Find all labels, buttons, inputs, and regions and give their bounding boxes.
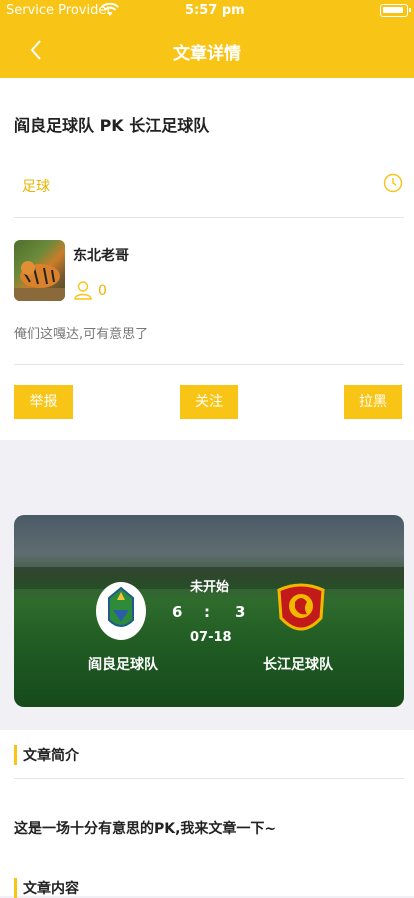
home-score: 6 — [172, 603, 183, 621]
status-bar: Service Provider 5:57 pm — [0, 0, 414, 24]
content-heading: 文章内容 — [14, 878, 79, 898]
follower-count: 0 — [98, 283, 107, 299]
follow-button[interactable]: 关注 — [180, 385, 238, 419]
clock-icon — [383, 173, 403, 193]
block-button[interactable]: 拉黑 — [344, 385, 402, 419]
wifi-icon — [101, 3, 119, 16]
avatar[interactable] — [14, 240, 65, 301]
report-button[interactable]: 举报 — [14, 385, 73, 419]
score-separator: : — [204, 603, 210, 621]
user-icon — [74, 281, 92, 300]
divider — [14, 364, 404, 365]
category-label: 足球 — [22, 179, 50, 195]
nav-bar: 文章详情 — [0, 24, 414, 78]
away-team-logo — [273, 578, 329, 642]
match-status: 未开始 — [190, 580, 230, 595]
clock-time: 5:57 pm — [185, 3, 245, 18]
page-title: 文章详情 — [173, 44, 241, 64]
battery-icon — [380, 4, 411, 17]
match-card[interactable]: 未开始 6 : 3 07-18 阎良足球队 长江足球队 — [14, 515, 404, 707]
carrier-label: Service Provider — [6, 3, 112, 18]
home-team-logo — [95, 580, 147, 642]
summary-heading: 文章简介 — [14, 745, 79, 765]
author-description: 俺们这嘎达,可有意思了 — [14, 327, 149, 342]
match-date: 07-18 — [190, 630, 232, 645]
summary-text: 这是一场十分有意思的PK,我来文章一下~ — [14, 821, 277, 837]
author-name[interactable]: 东北老哥 — [73, 245, 129, 265]
away-score: 3 — [235, 603, 246, 621]
home-team-name: 阎良足球队 — [88, 657, 158, 673]
away-team-name: 长江足球队 — [263, 657, 333, 673]
article-title: 阎良足球队 PK 长江足球队 — [14, 116, 210, 135]
divider — [14, 778, 404, 779]
divider — [14, 217, 404, 218]
